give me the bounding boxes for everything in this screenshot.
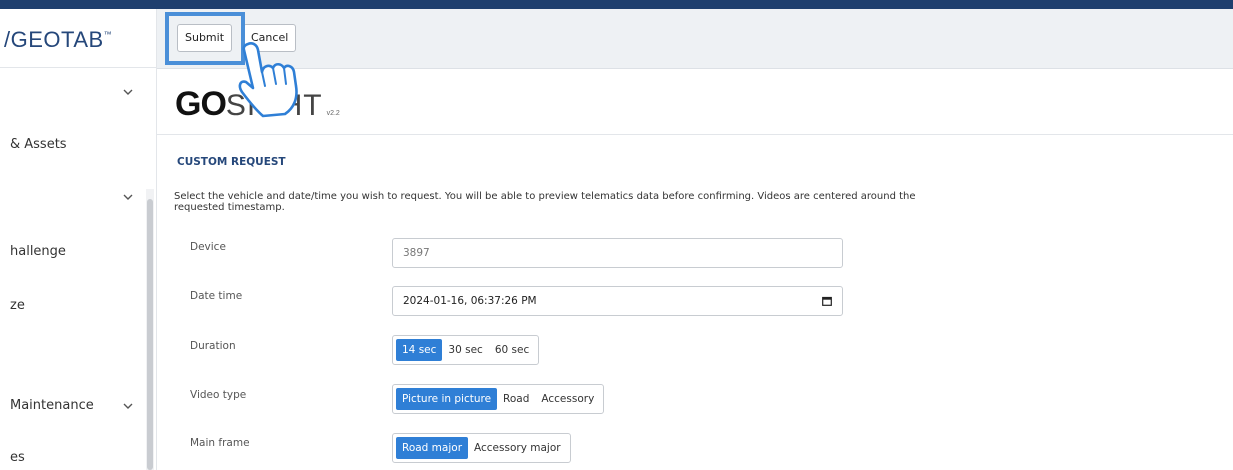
datetime-label: Date time bbox=[190, 290, 243, 302]
sidebar-item-assets[interactable]: & Assets bbox=[10, 137, 67, 152]
sidebar-item-challenge[interactable]: hallenge bbox=[10, 244, 66, 259]
sidebar-item-es[interactable]: es bbox=[10, 450, 25, 465]
main-frame-option-road[interactable]: Road major bbox=[396, 437, 469, 459]
video-type-option-pip[interactable]: Picture in picture bbox=[396, 388, 498, 410]
main-frame-label: Main frame bbox=[190, 437, 250, 449]
video-type-option-accessory[interactable]: Accessory bbox=[535, 388, 600, 410]
sidebar: /GEOTAB™ & Assets hallenge ze Maintenanc… bbox=[0, 9, 157, 470]
duration-option-14[interactable]: 14 sec bbox=[396, 339, 443, 361]
chevron-down-icon[interactable] bbox=[121, 399, 135, 413]
duration-selector: 14 sec 30 sec 60 sec bbox=[392, 335, 540, 365]
chevron-down-icon[interactable] bbox=[121, 190, 135, 204]
main-content: Submit Cancel GOSIGHTv2.2 CUSTOM REQUEST… bbox=[157, 9, 1233, 470]
sidebar-item-ze[interactable]: ze bbox=[10, 298, 25, 313]
top-accent-bar bbox=[0, 0, 1233, 9]
video-type-option-road[interactable]: Road bbox=[497, 388, 535, 410]
datetime-value: 2024-01-16, 06:37:26 PM bbox=[403, 295, 537, 307]
main-frame-option-accessory[interactable]: Accessory major bbox=[468, 437, 567, 459]
main-frame-selector: Road major Accessory major bbox=[392, 433, 571, 463]
duration-option-60[interactable]: 60 sec bbox=[489, 339, 535, 361]
video-type-selector: Picture in picture Road Accessory bbox=[392, 384, 605, 414]
chevron-down-icon[interactable] bbox=[121, 85, 135, 99]
sidebar-item-maintenance[interactable]: Maintenance bbox=[10, 398, 94, 413]
duration-label: Duration bbox=[190, 340, 236, 352]
brand-header[interactable]: /GEOTAB™ bbox=[0, 9, 157, 68]
pointing-hand-icon bbox=[228, 40, 304, 118]
geotab-logo: /GEOTAB™ bbox=[4, 27, 113, 52]
datetime-input[interactable]: 2024-01-16, 06:37:26 PM bbox=[392, 286, 843, 316]
device-label: Device bbox=[190, 241, 226, 253]
calendar-icon[interactable] bbox=[822, 296, 832, 306]
video-type-label: Video type bbox=[190, 389, 247, 401]
sidebar-scrollbar[interactable] bbox=[146, 189, 154, 470]
toolbar: Submit Cancel bbox=[157, 9, 1233, 69]
form-description: Select the vehicle and date/time you wis… bbox=[174, 191, 916, 213]
sidebar-scrollbar-thumb[interactable] bbox=[147, 199, 153, 470]
section-title: CUSTOM REQUEST bbox=[177, 156, 286, 168]
device-input[interactable]: 3897 bbox=[392, 238, 843, 268]
logo-row: GOSIGHTv2.2 bbox=[157, 69, 1233, 135]
duration-option-30[interactable]: 30 sec bbox=[442, 339, 488, 361]
